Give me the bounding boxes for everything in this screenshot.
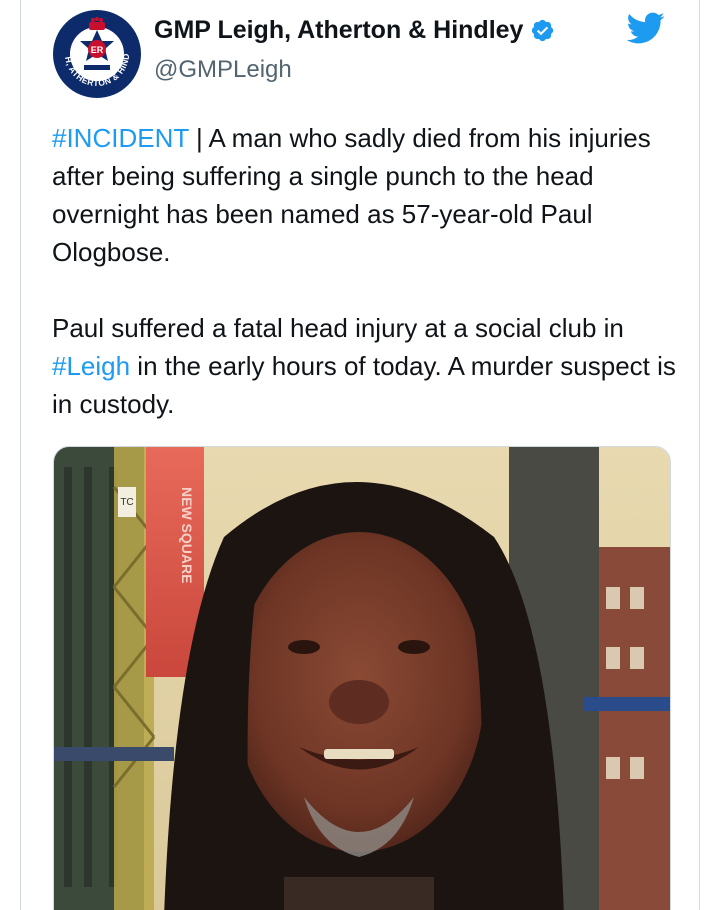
tweet-paragraph-1: #INCIDENT | A man who sadly died from hi… [52, 119, 692, 271]
tweet-paragraph-2-after: in the early hours of today. A murder su… [52, 351, 676, 419]
tweet-paragraph-2-before: Paul suffered a fatal head injury at a s… [52, 313, 624, 343]
tweet-card: LEIGH, ATHERTON & HINDLEY ER GMP Leigh, … [20, 0, 700, 910]
tweet-text: #INCIDENT | A man who sadly died from hi… [52, 119, 692, 423]
photo-sign-small: TC [120, 497, 133, 508]
hashtag-leigh[interactable]: #Leigh [52, 351, 130, 381]
badge-crest-text: ER [91, 45, 104, 55]
tweet-photo[interactable]: TC NEW SQUARE [53, 446, 671, 910]
tweet-paragraph-2: Paul suffered a fatal head injury at a s… [52, 309, 692, 423]
account-handle[interactable]: @GMPLeigh [154, 56, 292, 84]
twitter-bird-icon[interactable] [623, 8, 667, 48]
display-name[interactable]: GMP Leigh, Atherton & Hindley [154, 16, 523, 45]
display-name-row[interactable]: GMP Leigh, Atherton & Hindley [154, 16, 555, 45]
man-portrait-image: TC NEW SQUARE [54, 447, 670, 910]
profile-avatar[interactable]: LEIGH, ATHERTON & HINDLEY ER [51, 8, 143, 100]
police-badge-avatar: LEIGH, ATHERTON & HINDLEY ER [51, 8, 143, 100]
photo-sign-text: NEW SQUARE [179, 487, 195, 583]
verified-badge-icon [532, 19, 554, 42]
hashtag-incident[interactable]: #INCIDENT [52, 123, 189, 153]
